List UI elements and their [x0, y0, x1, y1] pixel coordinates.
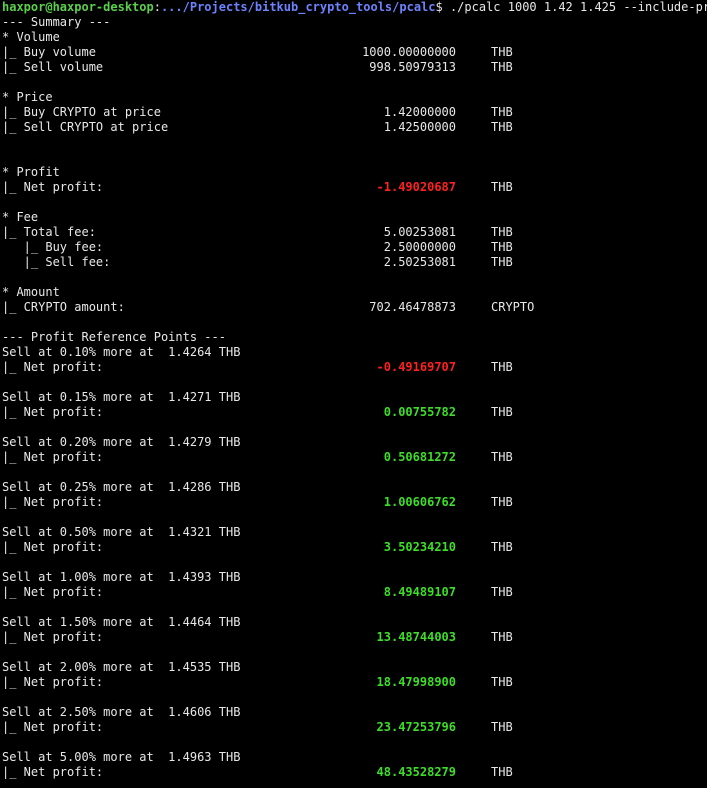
prps-net-profit-unit: THB	[491, 405, 513, 419]
prompt-path: .../Projects/bitkub_crypto_tools/pcalc	[160, 0, 436, 14]
prps-net-profit-unit: THB	[491, 540, 513, 554]
prps-net-profit-unit: THB	[491, 360, 513, 374]
prps-net-profit-unit: THB	[491, 585, 513, 599]
total-fee-unit: THB	[491, 225, 513, 239]
shell-prompt: haxpor@haxpor-desktop:.../Projects/bitku…	[2, 0, 707, 15]
prps-net-profit-value: -0.49169707	[376, 360, 456, 374]
buy-fee-value: 2.50000000	[383, 240, 456, 254]
prps-sell-line: Sell at 0.10% more at 1.4264 THB	[2, 345, 241, 359]
sell-fee-unit: THB	[491, 255, 513, 269]
crypto-amount-unit: CRYPTO	[491, 300, 535, 314]
price-title: * Price	[2, 90, 53, 104]
prps-sell-line: Sell at 2.50% more at 1.4606 THB	[2, 705, 241, 719]
prps-sell-line: Sell at 0.20% more at 1.4279 THB	[2, 435, 241, 449]
prps-header: --- Profit Reference Points ---	[2, 330, 226, 344]
prompt-colon: :	[153, 0, 161, 14]
prps-sell-line: Sell at 1.50% more at 1.4464 THB	[2, 615, 241, 629]
profit-title: * Profit	[2, 165, 60, 179]
prps-net-profit-value: 8.49489107	[383, 585, 456, 599]
prompt-user-host: haxpor@haxpor-desktop	[2, 0, 154, 14]
prps-sell-line: Sell at 0.15% more at 1.4271 THB	[2, 390, 241, 404]
sell-volume-value: 998.50979313	[369, 60, 456, 74]
buy-price-unit: THB	[491, 105, 513, 119]
prps-sell-line: Sell at 1.00% more at 1.4393 THB	[2, 570, 241, 584]
prps-net-profit-value: 23.47253796	[376, 720, 456, 734]
total-fee-value: 5.00253081	[383, 225, 456, 239]
buy-volume-value: 1000.00000000	[362, 45, 456, 59]
prps-net-profit-unit: THB	[491, 495, 513, 509]
prps-sell-line: Sell at 5.00% more at 1.4963 THB	[2, 750, 241, 764]
sell-price-value: 1.42500000	[383, 120, 456, 134]
prps-net-profit-value: 0.00755782	[383, 405, 456, 419]
prps-net-profit-value: 18.47998900	[376, 675, 456, 689]
prps-net-profit-unit: THB	[491, 675, 513, 689]
prps-sell-line: Sell at 0.50% more at 1.4321 THB	[2, 525, 241, 539]
amount-title: * Amount	[2, 285, 60, 299]
net-profit-unit: THB	[491, 180, 513, 194]
prps-net-profit-value: 13.48744003	[376, 630, 456, 644]
buy-price-value: 1.42000000	[383, 105, 456, 119]
crypto-amount-value: 702.46478873	[369, 300, 456, 314]
prps-net-profit-value: 1.00606762	[383, 495, 456, 509]
prps-net-profit-value: 0.50681272	[383, 450, 456, 464]
sell-fee-value: 2.50253081	[383, 255, 456, 269]
prompt-symbol: $	[435, 0, 443, 14]
prps-net-profit-unit: THB	[491, 720, 513, 734]
net-profit-value: -1.49020687	[376, 180, 456, 194]
summary-header: --- Summary ---	[2, 15, 111, 29]
buy-fee-unit: THB	[491, 240, 513, 254]
prps-net-profit-unit: THB	[491, 630, 513, 644]
prps-net-profit-value: 3.50234210	[383, 540, 456, 554]
volume-title: * Volume	[2, 30, 60, 44]
fee-title: * Fee	[2, 210, 39, 224]
command-text: ./pcalc 1000 1.42 1.425 --include-prps	[442, 0, 707, 14]
prps-sell-line: Sell at 2.00% more at 1.4535 THB	[2, 660, 241, 674]
sell-volume-unit: THB	[491, 60, 513, 74]
buy-volume-unit: THB	[491, 45, 513, 59]
prps-net-profit-value: 48.43528279	[376, 765, 456, 779]
prps-net-profit-unit: THB	[491, 450, 513, 464]
sell-price-unit: THB	[491, 120, 513, 134]
prps-sell-line: Sell at 0.25% more at 1.4286 THB	[2, 480, 241, 494]
terminal-window[interactable]: haxpor@haxpor-desktop:.../Projects/bitku…	[0, 0, 707, 788]
prps-net-profit-unit: THB	[491, 765, 513, 779]
